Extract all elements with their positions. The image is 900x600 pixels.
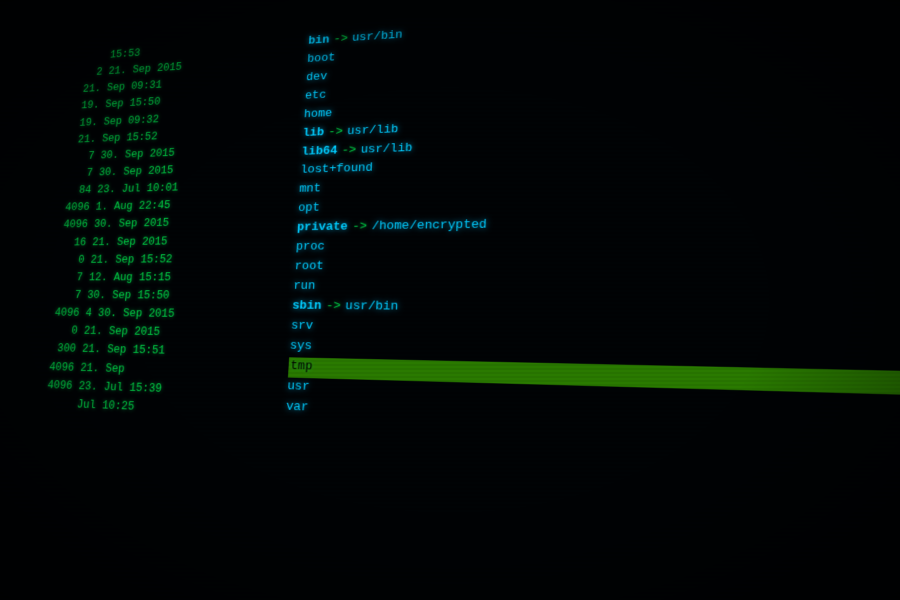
symlink-arrow: -> — [333, 31, 348, 50]
dir-name: usr — [287, 377, 310, 398]
file-size: 7 — [58, 147, 102, 165]
dir-name: lib — [302, 124, 324, 144]
date-string: 15:53 — [109, 45, 141, 64]
link-target: usr/bin — [352, 27, 403, 49]
date-string: 30. Sep 2015 — [93, 215, 169, 234]
list-item: 0 21. Sep 15:52 — [47, 249, 296, 268]
left-column: 15:53 2 21. Sep 2015 21. Sep 09:31 19. S… — [4, 29, 309, 600]
file-size — [32, 394, 77, 414]
terminal-screen: 15:53 2 21. Sep 2015 21. Sep 09:31 19. S… — [0, 0, 900, 600]
link-target: usr/lib — [347, 121, 399, 142]
file-size: 4096 — [52, 199, 96, 217]
date-string: 21. Sep — [80, 359, 126, 379]
dir-name: private — [296, 219, 348, 239]
dir-name: bin — [308, 32, 330, 52]
date-string: 4 30. Sep 2015 — [85, 304, 175, 323]
file-size: 16 — [49, 233, 93, 251]
file-size: 21. — [59, 130, 103, 149]
symlink-arrow: -> — [352, 218, 368, 238]
dir-name: sbin — [292, 297, 322, 317]
dir-name: srv — [290, 317, 313, 337]
dir-name-highlighted: tmp — [288, 357, 315, 378]
file-size: 0 — [40, 322, 85, 341]
date-string: 21. Sep 2015 — [83, 322, 161, 341]
dir-name: home — [303, 105, 332, 125]
date-string: 23. Jul 10:01 — [96, 179, 178, 199]
dir-name: lost+found — [300, 160, 373, 181]
dir-name: mnt — [299, 181, 322, 201]
date-string: 30. Sep 15:50 — [86, 286, 170, 305]
date-string: 21. Sep 15:52 — [90, 250, 173, 268]
terminal-inner: 15:53 2 21. Sep 2015 21. Sep 09:31 19. S… — [3, 0, 900, 600]
link-target: usr/lib — [360, 139, 413, 160]
symlink-arrow: -> — [341, 142, 356, 162]
link-target: /home/encrypted — [371, 216, 487, 238]
date-string: 12. Aug 15:15 — [88, 268, 172, 286]
date-string: 21. Sep 15:51 — [81, 340, 165, 360]
file-size: 0 — [47, 251, 91, 269]
file-size: 4096 — [36, 358, 81, 377]
file-size: 7 — [56, 164, 100, 182]
dir-name: opt — [298, 200, 321, 220]
file-size: 4096 — [51, 216, 95, 234]
dir-name: sys — [289, 337, 312, 358]
list-item: root — [294, 254, 900, 277]
dir-name: etc — [304, 87, 326, 107]
terminal-content: 15:53 2 21. Sep 2015 21. Sep 09:31 19. S… — [3, 0, 900, 600]
file-size: 300 — [38, 340, 83, 359]
dir-name: proc — [295, 238, 325, 258]
file-size: 19. — [61, 113, 105, 132]
file-size: 84 — [54, 181, 98, 199]
date-string: 30. Sep 2015 — [98, 162, 174, 182]
date-string: 21. Sep 2015 — [91, 232, 168, 251]
file-size: 7 — [45, 269, 90, 287]
dir-name: lib64 — [301, 142, 338, 162]
right-column: bin -> usr/bin boot dev etc home — [272, 0, 900, 600]
date-string: Jul 10:25 — [76, 395, 135, 416]
dir-name: run — [293, 278, 316, 298]
dir-name: dev — [306, 68, 328, 88]
file-size: 4096 — [34, 376, 79, 396]
symlink-arrow: -> — [328, 123, 343, 142]
list-item: 16 21. Sep 2015 — [49, 231, 297, 252]
dir-name: root — [294, 258, 324, 278]
file-size: 7 — [43, 286, 88, 304]
symlink-arrow: -> — [325, 297, 341, 317]
list-item: 7 30. Sep 15:50 — [43, 286, 293, 306]
dir-name: var — [285, 397, 308, 418]
date-string: 1. Aug 22:45 — [95, 197, 171, 216]
list-item: 7 12. Aug 15:15 — [45, 268, 294, 287]
file-size: 4096 — [42, 304, 87, 322]
dir-name: boot — [307, 50, 336, 70]
link-target: usr/bin — [345, 298, 399, 319]
